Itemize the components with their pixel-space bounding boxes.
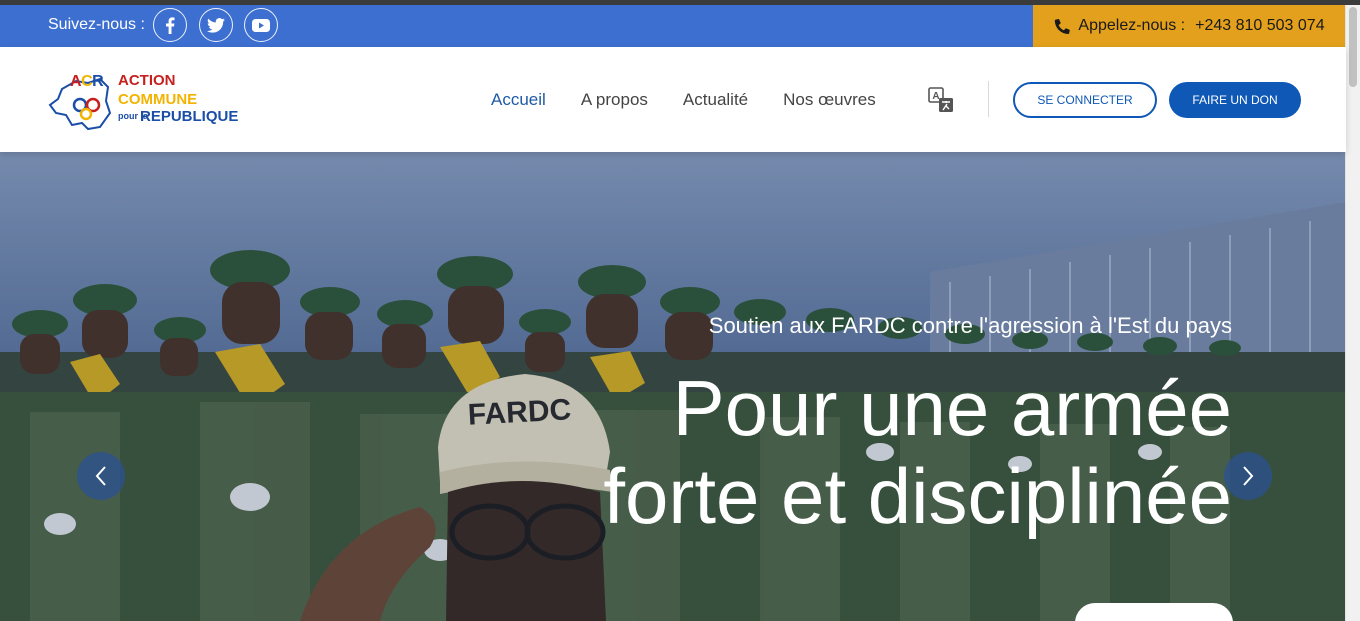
hero-headline: Pour une armée forte et disciplinée [603,364,1232,540]
login-button[interactable]: SE CONNECTER [1013,82,1157,118]
slider-next-button[interactable] [1224,452,1272,500]
svg-text:A: A [932,91,939,102]
follow-label: Suivez-nous : [48,16,145,33]
nav-item-nos-oeuvres[interactable]: Nos œuvres [783,90,876,110]
logo-acronym: ACR [70,73,104,90]
call-box[interactable]: Appelez-nous : +243 810 503 074 [1033,5,1346,47]
facebook-icon[interactable] [153,8,187,42]
page-scrollbar[interactable] [1345,5,1360,621]
phone-icon [1055,18,1071,34]
translate-icon[interactable]: A [928,87,954,113]
chevron-left-icon [95,466,106,486]
hero-cta-button[interactable] [1075,603,1233,621]
logo-line-action: ACTION [118,72,176,89]
call-label: Appelez-nous : [1078,17,1186,34]
site-logo[interactable]: ACR ACTION COMMUNE pour la REPUBLIQUE [48,67,268,137]
donate-button[interactable]: FAIRE UN DON [1169,82,1301,118]
chevron-right-icon [1243,466,1254,486]
hero-subtitle: Soutien aux FARDC contre l'agression à l… [708,313,1232,338]
nav-divider [988,81,989,117]
top-bar: Suivez-nous : Appelez-nous : +243 810 50… [0,5,1346,47]
slider-prev-button[interactable] [77,452,125,500]
nav-item-a-propos[interactable]: A propos [581,90,648,110]
scrollbar-thumb[interactable] [1349,7,1357,87]
main-navbar: ACR ACTION COMMUNE pour la REPUBLIQUE Ac… [0,47,1346,152]
nav-menu: Accueil A propos Actualité Nos œuvres [491,90,876,110]
phone-number[interactable]: +243 810 503 074 [1195,17,1324,35]
logo-line-republique: REPUBLIQUE [140,108,239,125]
logo-line-commune: COMMUNE [118,91,198,108]
twitter-icon[interactable] [199,8,233,42]
youtube-icon[interactable] [244,8,278,42]
nav-item-actualite[interactable]: Actualité [683,90,748,110]
nav-item-accueil[interactable]: Accueil [491,90,546,110]
hero-slider: FARDC Soutien aux FARDC contre l'agressi… [0,152,1346,621]
